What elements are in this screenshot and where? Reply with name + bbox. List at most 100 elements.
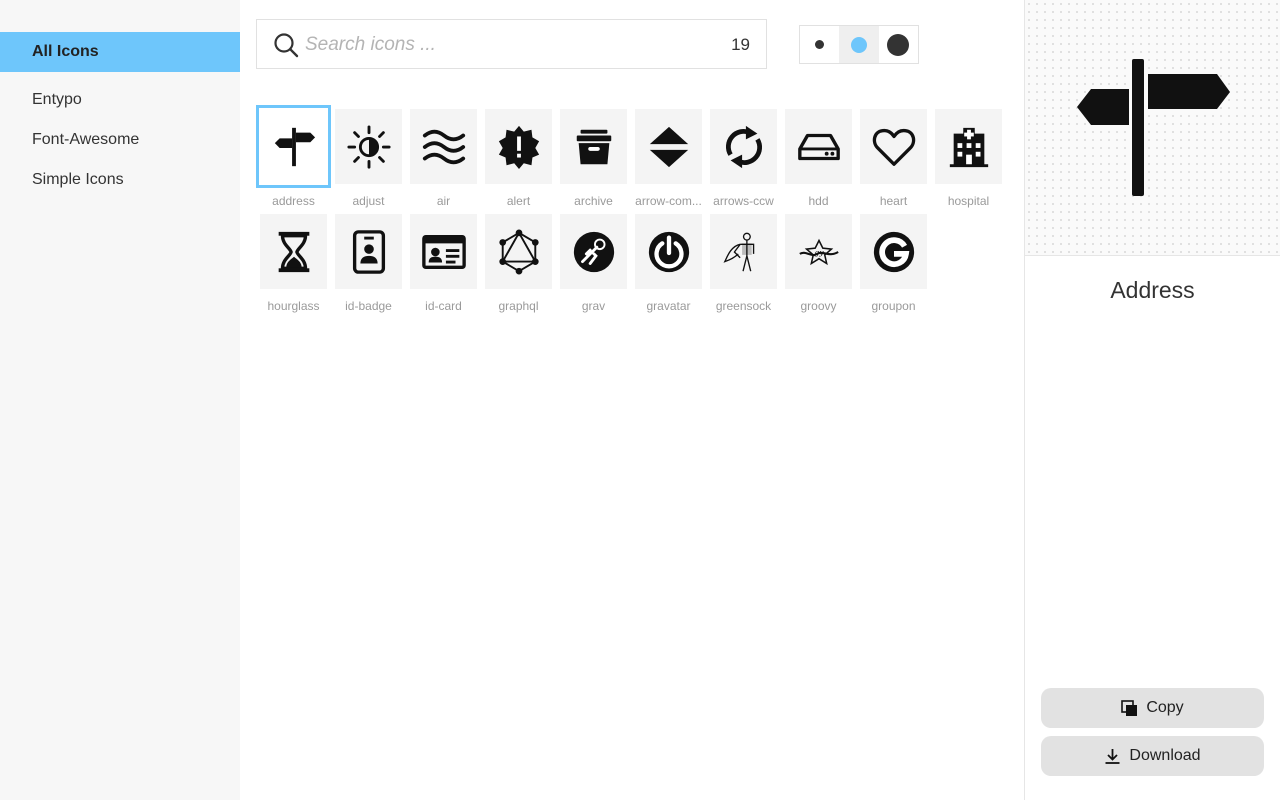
groupon-logo-icon: [873, 231, 914, 272]
icon-tile-air[interactable]: air: [406, 105, 481, 210]
icon-tile-id-card[interactable]: id-card: [406, 210, 481, 315]
icon-box: [335, 214, 402, 289]
id-card-icon: [421, 234, 466, 269]
svg-text:gy: gy: [814, 247, 824, 256]
search-bar: 19: [256, 19, 767, 69]
icon-tile-greensock[interactable]: greensock: [706, 210, 781, 315]
icon-label: hospital: [947, 194, 990, 208]
icon-box: [485, 109, 552, 184]
main-content: 19 address adjust air: [240, 0, 1024, 800]
icon-box: [635, 109, 702, 184]
hard-drive-icon: [797, 133, 840, 160]
arrows-ccw-icon: [725, 125, 762, 168]
icon-tile-graphql[interactable]: graphql: [481, 210, 556, 315]
icon-label: groovy: [800, 299, 837, 313]
icon-box: [410, 214, 477, 289]
icon-box: gy: [785, 214, 852, 289]
arrow-combo-icon: [649, 126, 688, 167]
sidebar-item-font-awesome[interactable]: Font-Awesome: [0, 120, 240, 160]
sidebar-item-entypo[interactable]: Entypo: [0, 80, 240, 120]
signpost-icon: [1077, 59, 1230, 196]
icon-label: gravatar: [646, 299, 691, 313]
copy-label: Copy: [1146, 699, 1184, 716]
detail-panel: Address Copy Download: [1024, 0, 1280, 800]
sidebar-item-all-icons[interactable]: All Icons: [0, 32, 240, 72]
icon-box: [860, 109, 927, 184]
icon-tile-address[interactable]: address: [256, 105, 331, 210]
result-count: 19: [731, 35, 750, 54]
icon-label: address: [272, 194, 315, 208]
size-medium-option[interactable]: [839, 26, 879, 63]
icon-tile-adjust[interactable]: adjust: [331, 105, 406, 210]
icon-tile-hdd[interactable]: hdd: [781, 105, 856, 210]
icon-tile-arrows-ccw[interactable]: arrows-ccw: [706, 105, 781, 210]
grav-logo-icon: [573, 231, 614, 272]
icon-label: adjust: [352, 194, 385, 208]
icon-box: [785, 109, 852, 184]
icon-label: arrows-ccw: [713, 194, 774, 208]
icon-box: [260, 214, 327, 289]
icon-label: heart: [879, 194, 908, 208]
icon-label: grav: [581, 299, 606, 313]
icon-label: archive: [574, 194, 613, 208]
brightness-icon: [346, 124, 391, 169]
icon-preview: [1025, 0, 1280, 256]
icon-label: alert: [506, 194, 531, 208]
icon-box: [710, 109, 777, 184]
copy-icon: [1121, 699, 1138, 716]
download-icon: [1105, 748, 1120, 764]
hospital-icon: [949, 127, 988, 167]
graphql-logo-icon: [498, 228, 539, 275]
icon-label: arrow-com...: [635, 194, 702, 208]
id-badge-icon: [352, 229, 385, 274]
icon-label: id-card: [425, 299, 462, 313]
icon-tile-groovy[interactable]: gy groovy: [781, 210, 856, 315]
download-button[interactable]: Download: [1041, 736, 1264, 776]
search-icon: [274, 33, 299, 58]
download-label: Download: [1129, 747, 1201, 764]
icon-tile-alert[interactable]: alert: [481, 105, 556, 210]
heart-outline-icon: [872, 128, 915, 166]
icon-box: [335, 109, 402, 184]
copy-button[interactable]: Copy: [1041, 688, 1264, 728]
icon-label: greensock: [715, 299, 772, 313]
icon-tile-arrow-combo[interactable]: arrow-com...: [631, 105, 706, 210]
icon-tile-groupon[interactable]: groupon: [856, 210, 931, 315]
icon-box: [560, 214, 627, 289]
search-input[interactable]: [305, 30, 705, 60]
icon-label: air: [436, 194, 451, 208]
icon-size-picker: [799, 25, 919, 64]
icon-tile-heart[interactable]: heart: [856, 105, 931, 210]
icon-box: [935, 109, 1002, 184]
size-small-option[interactable]: [800, 26, 839, 63]
icon-tile-gravatar[interactable]: gravatar: [631, 210, 706, 315]
hourglass-icon: [278, 231, 309, 272]
icon-tile-hospital[interactable]: hospital: [931, 105, 1006, 210]
icon-tile-archive[interactable]: archive: [556, 105, 631, 210]
signpost-icon: [274, 127, 315, 166]
greensock-logo-icon: [723, 232, 754, 271]
sidebar-item-simple-icons[interactable]: Simple Icons: [0, 160, 240, 200]
icon-label: id-badge: [345, 299, 392, 313]
icon-box: [860, 214, 927, 289]
icon-tile-id-badge[interactable]: id-badge: [331, 210, 406, 315]
icon-tile-grav[interactable]: grav: [556, 210, 631, 315]
archive-box-icon: [576, 129, 611, 164]
icon-label: graphql: [498, 299, 539, 313]
icon-label: groupon: [871, 299, 916, 313]
icon-box: [710, 214, 777, 289]
selected-icon-title: Address: [1110, 277, 1195, 303]
icon-box: [410, 109, 477, 184]
icon-box: [256, 105, 331, 188]
size-large-option[interactable]: [879, 26, 918, 63]
medium-dot-icon: [850, 36, 867, 53]
gravatar-logo-icon: [648, 231, 689, 272]
alert-badge-icon: [498, 125, 539, 169]
small-dot-icon: [815, 40, 825, 49]
sidebar: All Icons Entypo Font-Awesome Simple Ico…: [0, 0, 240, 800]
groovy-logo-icon: gy: [798, 238, 839, 265]
icon-box: [635, 214, 702, 289]
icon-box: [485, 214, 552, 289]
large-dot-icon: [887, 33, 910, 56]
icon-tile-hourglass[interactable]: hourglass: [256, 210, 331, 315]
